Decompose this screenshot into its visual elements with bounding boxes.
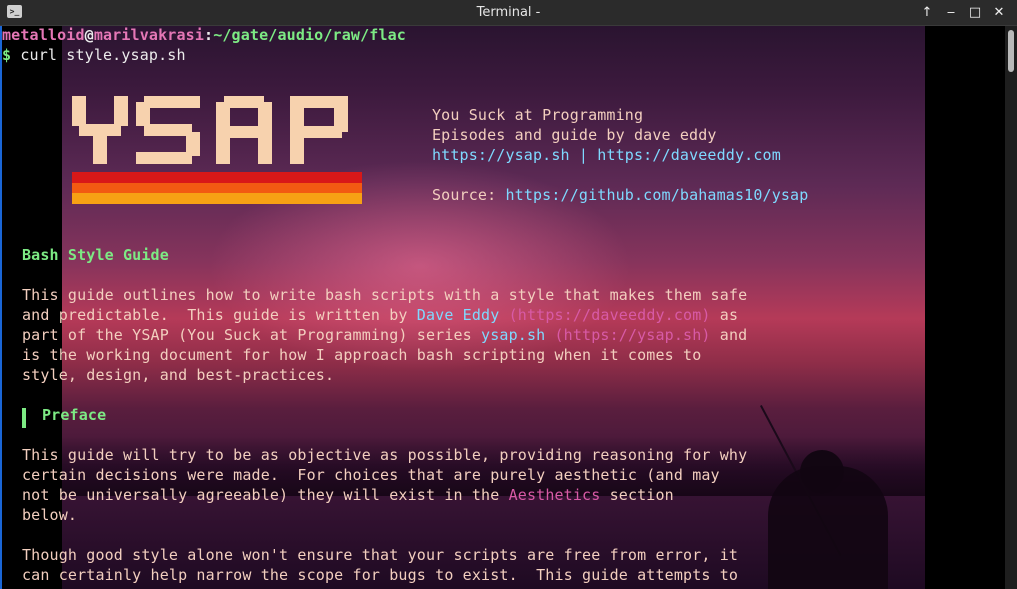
vertical-scrollbar[interactable] xyxy=(1005,26,1017,589)
guide-title: Bash Style Guide xyxy=(22,246,169,264)
p1-line3-tail: and xyxy=(710,326,748,344)
aesthetics-link[interactable]: Aesthetics xyxy=(509,486,601,504)
figure-silhouette xyxy=(768,466,888,589)
p3-line1: Though good style alone won't ensure tha… xyxy=(22,546,739,564)
p1-line3-text: part of the YSAP (You Suck at Programmin… xyxy=(22,326,482,344)
blockquote-bar xyxy=(22,408,26,428)
p1-line2-tail: as xyxy=(710,306,739,324)
info-title: You Suck at Programming xyxy=(432,106,644,124)
p1-line4: is the working document for how I approa… xyxy=(22,346,702,364)
source-line: Source: https://github.com/bahamas10/ysa… xyxy=(432,185,808,205)
ysap-logo-graphic xyxy=(72,96,362,204)
prompt-symbol: $ xyxy=(2,46,12,64)
prompt-path: ~/gate/audio/raw/flac xyxy=(213,26,406,44)
p2-line3: not be universally agreeable) they will … xyxy=(22,485,674,505)
p1-line2: and predictable. This guide is written b… xyxy=(22,305,738,325)
close-icon[interactable]: ✕ xyxy=(987,0,1011,25)
link-separator: | xyxy=(569,146,598,164)
background-right-margin xyxy=(925,26,1005,589)
ysap-sh-link[interactable]: ysap.sh xyxy=(481,326,545,344)
prompt-colon: : xyxy=(204,26,214,44)
source-label: Source: xyxy=(432,186,506,204)
terminal-viewport[interactable]: metalloid@marilvakrasi:~/gate/audio/raw/… xyxy=(0,26,1005,589)
prompt-user: metalloid xyxy=(2,26,85,44)
p2-line3-text: not be universally agreeable) they will … xyxy=(22,486,509,504)
dave-eddy-link[interactable]: Dave Eddy xyxy=(417,306,500,324)
command-text: curl style.ysap.sh xyxy=(20,46,186,64)
source-link[interactable]: https://github.com/bahamas10/ysap xyxy=(505,186,808,204)
info-links: https://ysap.sh | https://daveeddy.com xyxy=(432,145,781,165)
p1-line2-text: and predictable. This guide is written b… xyxy=(22,306,417,324)
p2-line1: This guide will try to be as objective a… xyxy=(22,446,748,464)
window-title: Terminal - xyxy=(476,5,541,20)
info-subtitle: Episodes and guide by dave eddy xyxy=(432,126,717,144)
daveeddy-url: (https://daveeddy.com) xyxy=(499,306,711,324)
p3-line2: can certainly help narrow the scope for … xyxy=(22,566,739,584)
chevron-up-icon[interactable]: ↑ xyxy=(915,0,939,25)
p1-line3: part of the YSAP (You Suck at Programmin… xyxy=(22,325,747,345)
scrollbar-thumb[interactable] xyxy=(1008,30,1014,72)
window-controls: ↑ ‒ □ ✕ xyxy=(915,0,1011,25)
prompt-at: @ xyxy=(84,26,94,44)
ysap-url: (https://ysap.sh) xyxy=(545,326,711,344)
daveeddy-link[interactable]: https://daveeddy.com xyxy=(597,146,781,164)
window-left-edge xyxy=(0,26,2,589)
shell-prompt: metalloid@marilvakrasi:~/gate/audio/raw/… xyxy=(2,26,406,45)
p1-line5: style, design, and best-practices. xyxy=(22,366,335,384)
window-titlebar: >_ Terminal - ↑ ‒ □ ✕ xyxy=(0,0,1017,26)
p2-line2: certain decisions were made. For choices… xyxy=(22,466,720,484)
ysap-logo xyxy=(72,96,362,208)
p2-line3-tail: section xyxy=(600,486,674,504)
maximize-icon[interactable]: □ xyxy=(963,0,987,25)
p1-line1: This guide outlines how to write bash sc… xyxy=(22,286,748,304)
ysap-link[interactable]: https://ysap.sh xyxy=(432,146,570,164)
prompt-host: marilvakrasi xyxy=(93,26,204,44)
minimize-icon[interactable]: ‒ xyxy=(939,0,963,25)
preface-heading: Preface xyxy=(42,406,107,424)
command-line: $ curl style.ysap.sh xyxy=(2,45,186,65)
p2-line4: below. xyxy=(22,506,78,524)
